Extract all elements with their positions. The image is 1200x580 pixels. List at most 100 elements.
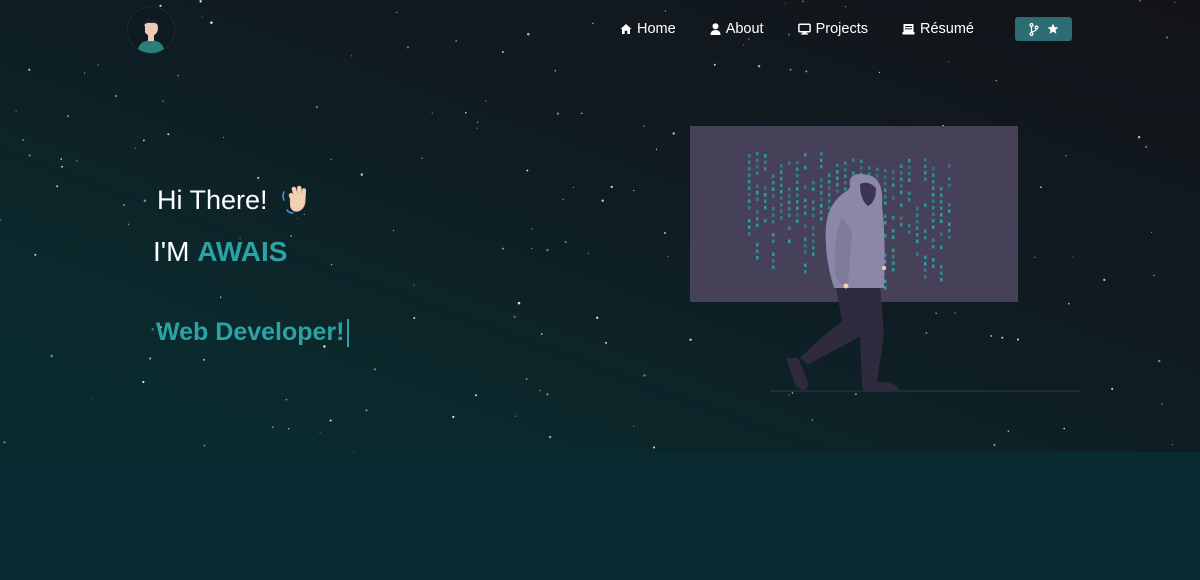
nav-about[interactable]: About	[710, 21, 764, 37]
star	[655, 148, 658, 150]
code-glyph	[788, 194, 791, 198]
code-glyph	[772, 220, 775, 224]
star	[811, 419, 813, 421]
star	[667, 255, 669, 257]
code-glyph	[932, 219, 935, 223]
code-glyph	[804, 211, 807, 215]
star	[474, 394, 477, 397]
code-glyph	[916, 213, 919, 217]
star	[28, 68, 31, 71]
code-glyph	[748, 154, 751, 158]
star	[15, 110, 17, 112]
code-glyph	[772, 239, 775, 243]
code-glyph	[772, 233, 775, 237]
code-glyph	[804, 185, 807, 189]
code-glyph	[756, 152, 759, 156]
code-glyph	[940, 187, 943, 191]
code-glyph	[940, 200, 943, 204]
code-glyph	[900, 177, 903, 181]
code-glyph	[916, 233, 919, 237]
star	[539, 389, 541, 392]
code-glyph	[812, 187, 815, 191]
nav-resume[interactable]: Résumé	[902, 21, 974, 37]
star	[672, 132, 675, 135]
code-glyph	[884, 175, 887, 179]
code-glyph	[908, 224, 911, 228]
code-glyph	[932, 238, 935, 242]
code-glyph	[900, 203, 903, 207]
star	[517, 301, 521, 305]
code-glyph	[764, 186, 767, 190]
code-glyph	[884, 286, 887, 290]
code-glyph	[820, 178, 823, 182]
code-glyph	[772, 213, 775, 217]
star	[50, 354, 54, 358]
code-glyph	[828, 193, 831, 197]
star	[587, 252, 590, 255]
code-glyph	[820, 217, 823, 221]
code-glyph	[876, 174, 879, 178]
code-glyph	[924, 268, 927, 272]
code-glyph	[780, 216, 783, 220]
star	[1137, 135, 1141, 139]
code-glyph	[780, 164, 783, 168]
star	[413, 317, 416, 320]
code-glyph	[756, 210, 759, 214]
avatar-icon	[129, 8, 173, 53]
code-glyph	[748, 199, 751, 203]
intro-line: I'M AWAIS	[153, 236, 287, 268]
code-glyph	[892, 216, 895, 220]
code-glyph	[828, 186, 831, 190]
star	[713, 63, 716, 66]
github-fork-star-button[interactable]	[1015, 17, 1072, 41]
star	[610, 185, 613, 189]
code-glyph	[772, 187, 775, 191]
code-glyph	[948, 222, 951, 226]
code-glyph	[900, 164, 903, 168]
code-glyph	[780, 196, 783, 200]
code-glyph	[812, 200, 815, 204]
code-glyph	[892, 177, 895, 181]
code-glyph	[924, 171, 927, 175]
code-glyph	[932, 180, 935, 184]
code-glyph	[924, 255, 927, 259]
code-glyph	[764, 167, 767, 171]
typewriter-role: Web Developer!	[156, 318, 350, 347]
code-glyph	[796, 174, 799, 178]
code-glyph	[932, 167, 935, 171]
code-glyph	[764, 199, 767, 203]
code-glyph	[908, 198, 911, 202]
code-glyph	[764, 193, 767, 197]
nav-links: Home About Projects Résumé	[620, 18, 1008, 40]
code-glyph	[772, 259, 775, 263]
code-glyph	[916, 239, 919, 243]
star	[142, 380, 145, 384]
code-glyph	[892, 235, 895, 239]
code-glyph	[916, 252, 919, 256]
code-glyph	[780, 203, 783, 207]
nav-projects[interactable]: Projects	[797, 21, 868, 37]
code-glyph	[900, 184, 903, 188]
star	[580, 112, 583, 115]
nav-home[interactable]: Home	[620, 21, 676, 37]
greeting: Hi There!	[157, 184, 312, 216]
code-glyph	[892, 255, 895, 259]
star	[76, 160, 78, 162]
star	[757, 64, 761, 68]
star-icon	[1047, 23, 1058, 34]
avatar-logo[interactable]	[128, 7, 174, 53]
code-glyph	[948, 229, 951, 233]
code-glyph	[828, 180, 831, 184]
code-glyph	[852, 171, 855, 175]
code-glyph	[916, 226, 919, 230]
code-glyph	[820, 184, 823, 188]
code-glyph	[932, 199, 935, 203]
code-glyph	[788, 200, 791, 204]
code-glyph	[788, 161, 791, 165]
star	[485, 100, 487, 102]
code-glyph	[924, 236, 927, 240]
code-glyph	[764, 206, 767, 210]
code-glyph	[892, 229, 895, 233]
code-glyph	[892, 183, 895, 187]
code-glyph	[748, 219, 751, 223]
